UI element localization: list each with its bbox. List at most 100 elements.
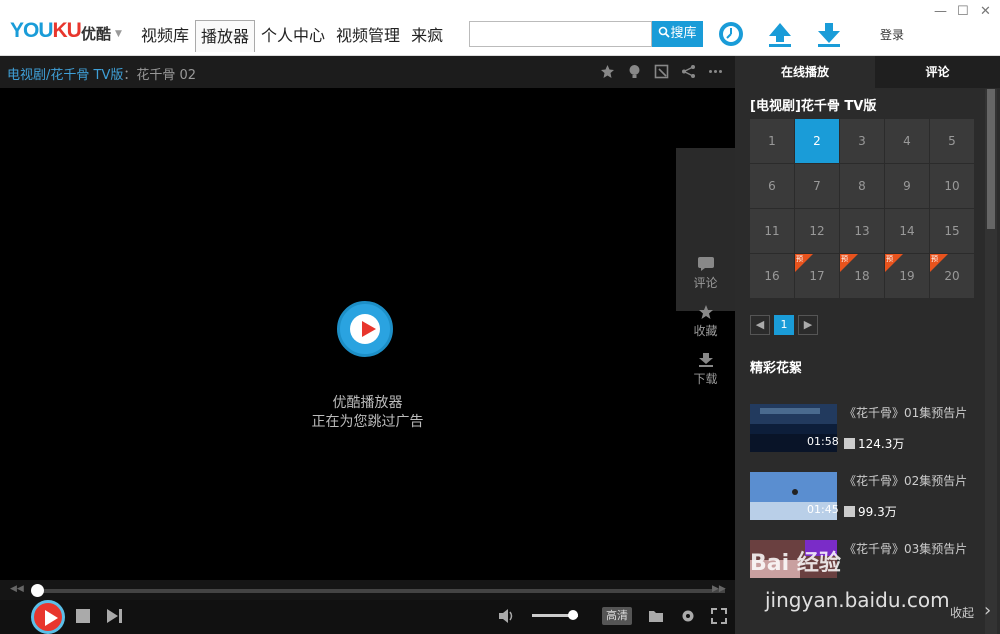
logo-dropdown-caret[interactable]: ▼ [115, 29, 122, 39]
episode-item-preview[interactable]: 20 预 [930, 254, 974, 298]
episode-item-preview[interactable]: 18 预 [840, 254, 884, 298]
login-link[interactable]: 登录 [880, 26, 904, 43]
scrollbar-thumb[interactable] [987, 89, 995, 229]
stop-icon[interactable] [75, 608, 91, 624]
player-logo-icon [337, 301, 393, 357]
next-icon[interactable] [106, 608, 123, 624]
volume-knob[interactable] [568, 610, 578, 620]
preview-badge-label: 预 [931, 255, 938, 263]
folder-icon[interactable] [648, 608, 664, 624]
close-button[interactable]: ✕ [980, 4, 991, 19]
episode-item-preview[interactable]: 19 预 [885, 254, 929, 298]
clip-title[interactable]: 《花千骨》01集预告片 [844, 404, 967, 421]
episode-item[interactable]: 8 [840, 164, 884, 208]
search-button-label: 搜库 [670, 26, 697, 41]
clip-title[interactable]: 《花千骨》03集预告片 [844, 540, 967, 557]
breadcrumb-link[interactable]: 电视剧/花千骨 TV版 [7, 68, 123, 83]
episode-item[interactable]: 12 [795, 209, 839, 253]
popout-icon[interactable] [654, 64, 669, 79]
episode-item[interactable]: 5 [930, 119, 974, 163]
player-controls: 高清 [0, 600, 735, 634]
episode-pager: ◀ 1 ▶ [750, 315, 818, 335]
nav-player[interactable]: 播放器 [195, 20, 256, 52]
episode-item[interactable]: 10 [930, 164, 974, 208]
episode-item[interactable]: 4 [885, 119, 929, 163]
title-actions [600, 64, 723, 79]
preview-badge-label: 预 [886, 255, 893, 263]
pager-prev-icon[interactable]: ◀ [750, 315, 770, 335]
side-download-label: 下载 [693, 372, 718, 386]
breadcrumb: 电视剧/花千骨 TV版：花千骨 02 [7, 64, 196, 83]
star-icon [698, 305, 713, 319]
episode-item-active[interactable]: 2 [795, 119, 839, 163]
episode-item[interactable]: 3 [840, 119, 884, 163]
collapse-button[interactable]: 收起 [950, 604, 974, 621]
tab-comments[interactable]: 评论 [875, 56, 1000, 88]
nav-video-library[interactable]: 视频库 [136, 20, 194, 52]
side-comment-button[interactable]: 评论 [676, 256, 735, 291]
watermark-url: jingyan.baidu.com [765, 588, 950, 612]
clip-duration: 01:45 [807, 503, 839, 516]
bulb-icon[interactable] [627, 64, 642, 79]
more-icon[interactable] [708, 64, 723, 79]
quality-button[interactable]: 高清 [602, 607, 632, 625]
pager-next-icon[interactable]: ▶ [798, 315, 818, 335]
search-input[interactable] [469, 21, 652, 47]
nav-personal-center[interactable]: 个人中心 [256, 20, 330, 52]
episode-item[interactable]: 6 [750, 164, 794, 208]
watermark-logo: Bai 经验 [750, 551, 841, 576]
tab-online-play[interactable]: 在线播放 [735, 56, 875, 88]
progress-bar[interactable]: ◀◀ ▶▶ [0, 580, 735, 600]
search-icon [659, 26, 671, 38]
nav-laifeng[interactable]: 来疯 [406, 20, 448, 52]
nav-video-management[interactable]: 视频管理 [331, 20, 405, 52]
logo-text-you: YOU [10, 19, 54, 42]
clip-title[interactable]: 《花千骨》02集预告片 [844, 472, 967, 489]
collapse-arrow-icon[interactable]: › [984, 600, 991, 621]
player-title: 优酷播放器 [332, 395, 403, 411]
side-favorite-button[interactable]: 收藏 [676, 304, 735, 339]
rewind-icon[interactable]: ◀◀ [10, 584, 24, 594]
download-small-icon [698, 353, 713, 367]
panel-scrollbar[interactable] [985, 89, 997, 634]
fullscreen-icon[interactable] [711, 608, 727, 624]
progress-track[interactable] [37, 589, 725, 593]
episode-item[interactable]: 1 [750, 119, 794, 163]
side-comment-label: 评论 [693, 276, 718, 290]
episode-item[interactable]: 11 [750, 209, 794, 253]
title-bar: 电视剧/花千骨 TV版：花千骨 02 [0, 56, 735, 88]
forward-icon[interactable]: ▶▶ [712, 584, 726, 594]
clip-duration: 01:58 [807, 435, 839, 448]
search-button[interactable]: 搜库 [652, 21, 703, 47]
series-title: [电视剧]花千骨 TV版 [750, 99, 877, 114]
episode-item[interactable]: 7 [795, 164, 839, 208]
player-status: 正在为您跳过广告 [311, 414, 424, 430]
episode-item[interactable]: 13 [840, 209, 884, 253]
download-icon[interactable] [815, 20, 843, 48]
episode-item[interactable]: 16 [750, 254, 794, 298]
preview-badge-label: 预 [841, 255, 848, 263]
video-player[interactable]: 优酷播放器 正在为您跳过广告 [0, 88, 735, 580]
episode-item-preview[interactable]: 17 预 [795, 254, 839, 298]
minimize-button[interactable]: — [934, 4, 947, 19]
episode-item[interactable]: 14 [885, 209, 929, 253]
side-download-button[interactable]: 下载 [676, 352, 735, 387]
logo-text-ku: KU [52, 19, 82, 42]
episode-item[interactable]: 15 [930, 209, 974, 253]
play-button[interactable] [31, 600, 65, 634]
pager-page[interactable]: 1 [774, 315, 794, 335]
pin-icon[interactable] [600, 64, 615, 79]
volume-icon[interactable] [498, 608, 515, 624]
youku-logo[interactable]: YOUKU [10, 19, 82, 43]
maximize-button[interactable]: ☐ [957, 4, 969, 19]
clock-icon[interactable] [717, 20, 745, 48]
main-nav: 视频库 播放器 个人中心 视频管理 来疯 [136, 20, 449, 52]
settings-icon[interactable] [680, 608, 696, 624]
clip-item[interactable]: 01:45 《花千骨》02集预告片 99.3万 [750, 472, 995, 520]
share-icon[interactable] [681, 64, 696, 79]
upload-icon[interactable] [766, 20, 794, 48]
progress-knob[interactable] [31, 584, 44, 597]
episode-item[interactable]: 9 [885, 164, 929, 208]
logo-subtitle: 优酷 [81, 25, 112, 43]
clip-item[interactable]: 01:58 《花千骨》01集预告片 124.3万 [750, 404, 995, 452]
